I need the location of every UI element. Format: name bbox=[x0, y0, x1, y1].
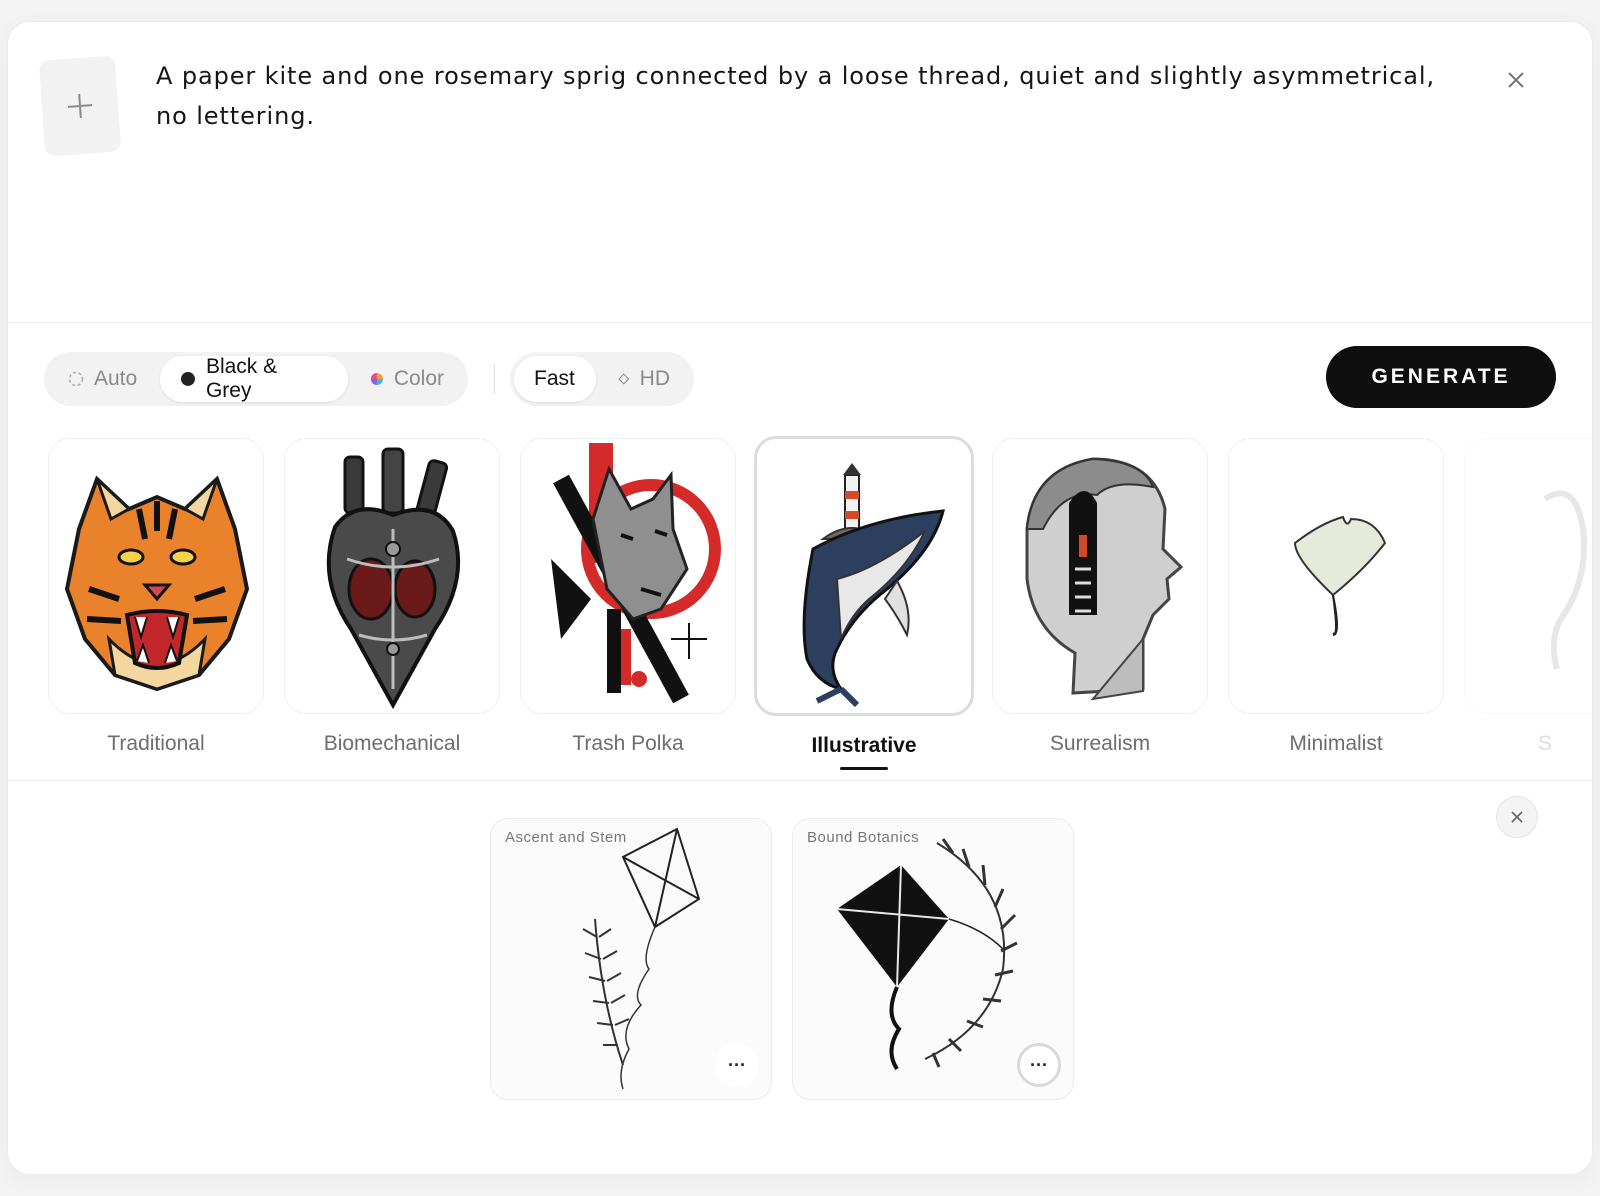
style-thumbnail bbox=[754, 436, 974, 716]
style-thumbnail bbox=[284, 438, 500, 714]
whale-lighthouse-illustration bbox=[802, 463, 945, 708]
style-thumbnail bbox=[1228, 438, 1444, 714]
partial-style-thumbnail bbox=[1543, 490, 1588, 670]
statue-head-doorway-illustration bbox=[1025, 457, 1184, 701]
quality-toggle: Fast HD bbox=[510, 352, 694, 406]
style-tile-illustrative[interactable]: Illustrative bbox=[754, 436, 974, 770]
style-tile-biomechanical[interactable]: Biomechanical bbox=[284, 438, 500, 756]
result-card[interactable]: Bound Botanics ··· bbox=[792, 818, 1074, 1100]
quality-label: Fast bbox=[534, 367, 575, 390]
style-label: Biomechanical bbox=[323, 732, 461, 755]
diamond-icon bbox=[618, 373, 630, 385]
style-tile-minimalist[interactable]: Minimalist bbox=[1228, 438, 1444, 756]
style-label: Illustrative bbox=[811, 734, 917, 757]
style-tile-partial[interactable]: S bbox=[1464, 438, 1592, 756]
result-card[interactable]: Ascent and Stem ··· bbox=[490, 818, 772, 1100]
result-title: Ascent and Stem bbox=[505, 829, 627, 846]
style-thumbnail bbox=[1464, 438, 1592, 714]
color-mode-auto[interactable]: Auto bbox=[48, 356, 158, 402]
prompt-input[interactable]: A paper kite and one rosemary sprig conn… bbox=[156, 56, 1446, 136]
style-tile-traditional[interactable]: Traditional bbox=[48, 438, 264, 756]
style-label: Minimalist bbox=[1289, 732, 1383, 755]
plus-icon bbox=[67, 93, 93, 119]
selected-underline bbox=[840, 767, 888, 770]
style-label: Trash Polka bbox=[572, 732, 684, 755]
black-dot-icon bbox=[180, 372, 195, 386]
color-dot-icon bbox=[370, 372, 383, 386]
color-mode-color[interactable]: Color bbox=[350, 356, 464, 402]
color-mode-black-grey[interactable]: Black & Grey bbox=[160, 355, 348, 402]
generate-button[interactable]: GENERATE bbox=[1326, 346, 1556, 408]
color-mode-label: Color bbox=[393, 367, 444, 390]
close-icon[interactable] bbox=[1504, 68, 1528, 92]
result-more-button[interactable]: ··· bbox=[1017, 1043, 1061, 1087]
style-tile-trash-polka[interactable]: Trash Polka bbox=[520, 438, 736, 756]
tiger-head-illustration bbox=[64, 475, 250, 692]
close-results-button[interactable] bbox=[1496, 796, 1538, 838]
style-thumbnail bbox=[48, 438, 264, 714]
close-icon bbox=[1511, 811, 1523, 823]
style-label: Surrealism bbox=[1049, 732, 1151, 755]
quality-hd[interactable]: HD bbox=[598, 356, 690, 402]
toolbar-separator bbox=[494, 364, 495, 394]
quality-fast[interactable]: Fast bbox=[514, 356, 596, 402]
quality-label: HD bbox=[639, 367, 670, 390]
upload-reference-button[interactable] bbox=[38, 55, 122, 157]
generator-panel: A paper kite and one rosemary sprig conn… bbox=[8, 22, 1592, 1174]
style-label: S bbox=[1538, 732, 1553, 755]
result-title: Bound Botanics bbox=[807, 829, 920, 846]
ginkgo-leaf-illustration bbox=[1293, 515, 1387, 636]
mechanical-heart-illustration bbox=[326, 447, 461, 710]
prompt-divider bbox=[8, 322, 1592, 323]
style-tile-surrealism[interactable]: Surrealism bbox=[992, 438, 1208, 756]
style-label: Traditional bbox=[107, 732, 205, 755]
color-mode-toggle: Auto Black & Grey Color bbox=[44, 352, 468, 406]
result-more-button[interactable]: ··· bbox=[715, 1043, 759, 1087]
color-mode-label: Black & Grey bbox=[205, 355, 278, 402]
results-divider bbox=[8, 780, 1592, 781]
color-mode-label: Auto bbox=[94, 367, 138, 390]
wolf-red-circle-illustration bbox=[551, 443, 721, 704]
style-thumbnail bbox=[992, 438, 1208, 714]
dashed-circle-icon bbox=[68, 371, 84, 387]
style-thumbnail bbox=[520, 438, 736, 714]
